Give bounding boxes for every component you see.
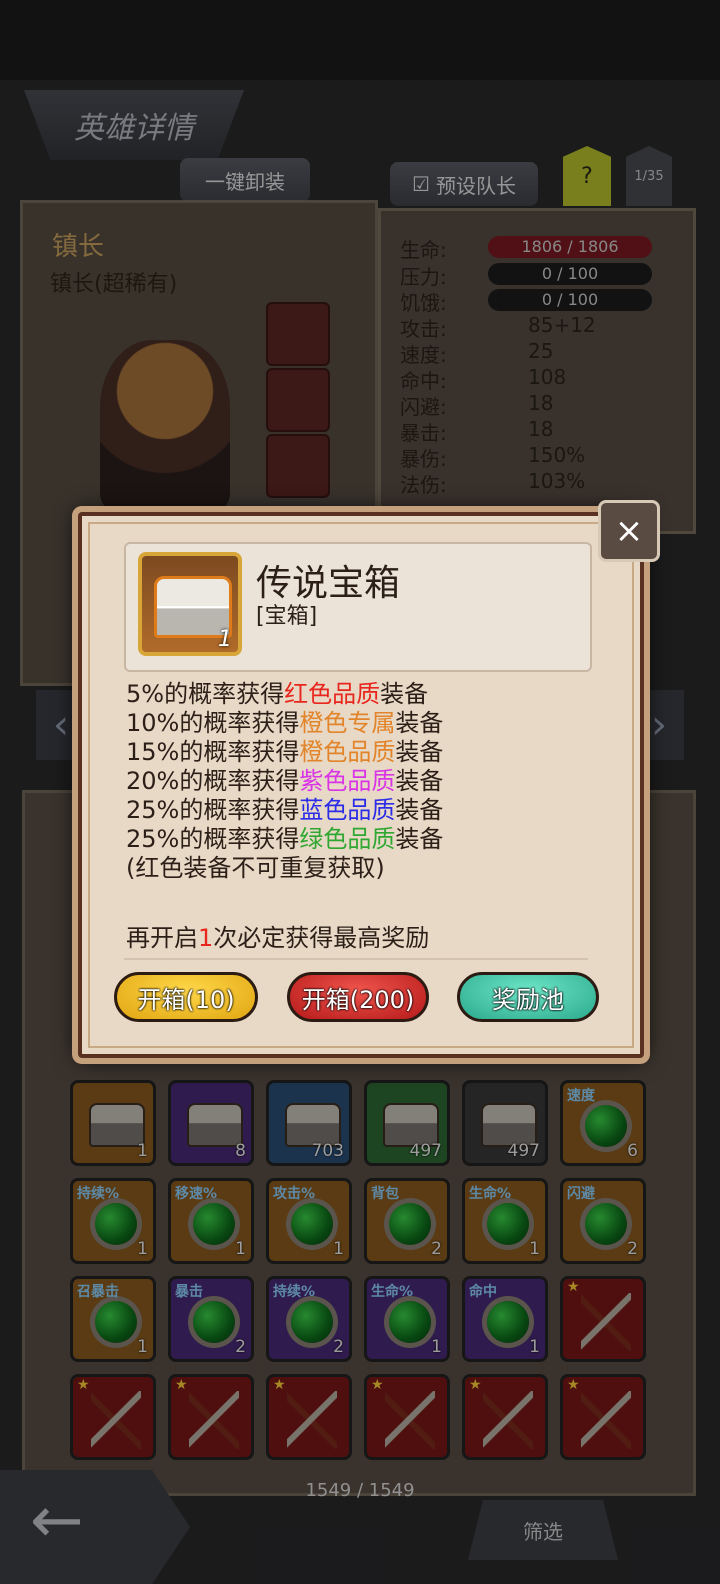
odds-suffix: 装备 xyxy=(395,796,444,824)
pity-suffix: 次必定获得最高奖励 xyxy=(213,924,430,952)
odds-line: 5%的概率获得红色品质装备 xyxy=(126,680,596,709)
odds-note: (红色装备不可重复获取) xyxy=(126,854,385,882)
odds-prefix: 25%的概率获得 xyxy=(126,796,300,824)
odds-line: 20%的概率获得紫色品质装备 xyxy=(126,767,596,796)
item-quantity: 1 xyxy=(218,627,232,652)
odds-prefix: 25%的概率获得 xyxy=(126,825,300,853)
item-type: [宝箱] xyxy=(256,604,318,629)
quality-highlight: 橙色专属 xyxy=(299,709,396,737)
pity-text: 再开启1次必定获得最高奖励 xyxy=(126,918,429,953)
open-200-button[interactable]: 开箱(200) xyxy=(287,972,429,1022)
quality-highlight: 紫色品质 xyxy=(299,767,396,795)
odds-suffix: 装备 xyxy=(395,738,444,766)
odds-prefix: 5%的概率获得 xyxy=(126,680,285,708)
legendary-chest-icon: 1 xyxy=(138,552,242,656)
odds-suffix: 装备 xyxy=(380,680,429,708)
quality-highlight: 橙色品质 xyxy=(299,738,396,766)
odds-suffix: 装备 xyxy=(395,767,444,795)
reward-pool-button[interactable]: 奖励池 xyxy=(457,972,599,1022)
odds-line: 10%的概率获得橙色专属装备 xyxy=(126,709,596,738)
open-10-button[interactable]: 开箱(10) xyxy=(114,972,258,1022)
quality-highlight: 蓝色品质 xyxy=(299,796,396,824)
odds-prefix: 20%的概率获得 xyxy=(126,767,300,795)
drop-odds-list: 5%的概率获得红色品质装备 10%的概率获得橙色专属装备 15%的概率获得橙色品质装… xyxy=(126,680,596,883)
quality-highlight: 绿色品质 xyxy=(299,825,396,853)
pity-prefix: 再开启 xyxy=(126,924,198,952)
close-icon[interactable]: × xyxy=(598,500,660,562)
pity-count: 1 xyxy=(198,924,214,952)
status-bar xyxy=(0,0,720,80)
quality-highlight: 红色品质 xyxy=(284,680,381,708)
divider xyxy=(124,958,588,960)
odds-suffix: 装备 xyxy=(395,825,444,853)
odds-line: 15%的概率获得橙色品质装备 xyxy=(126,738,596,767)
odds-prefix: 15%的概率获得 xyxy=(126,738,300,766)
odds-line: 25%的概率获得蓝色品质装备 xyxy=(126,796,596,825)
odds-prefix: 10%的概率获得 xyxy=(126,709,300,737)
odds-suffix: 装备 xyxy=(395,709,444,737)
odds-line: 25%的概率获得绿色品质装备 xyxy=(126,825,596,854)
